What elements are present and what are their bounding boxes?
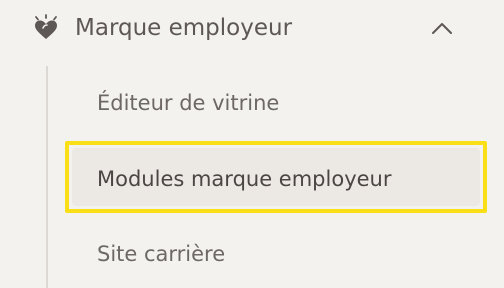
nav-item-modules-marque-employeur[interactable]: Modules marque employeur xyxy=(65,141,487,213)
heart-sparkle-icon xyxy=(31,14,61,42)
nav-item-editeur-de-vitrine[interactable]: Éditeur de vitrine xyxy=(97,89,279,117)
nav-item-site-carriere[interactable]: Site carrière xyxy=(97,240,225,268)
tree-line xyxy=(46,66,48,288)
section-title: Marque employeur xyxy=(75,15,293,41)
nav-item-label: Modules marque employeur xyxy=(97,167,392,191)
chevron-up-icon[interactable] xyxy=(428,17,456,39)
section-header-marque-employeur[interactable]: Marque employeur xyxy=(0,0,504,56)
